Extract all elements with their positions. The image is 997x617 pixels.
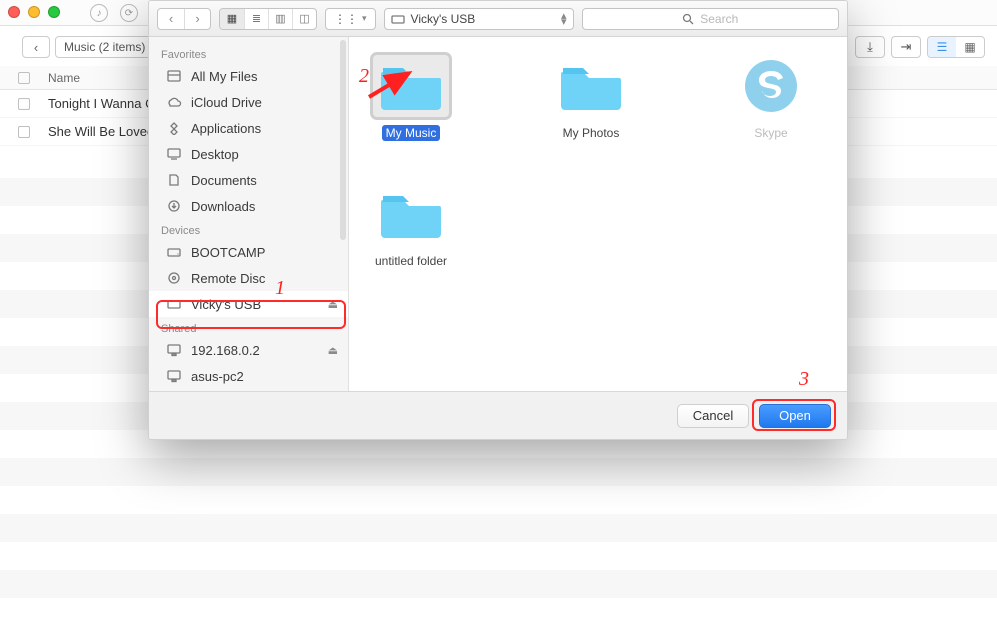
file-item-label: untitled folder xyxy=(371,253,451,269)
list-view-icon[interactable]: ☰ xyxy=(928,37,956,57)
bg-breadcrumb[interactable]: Music (2 items) xyxy=(55,36,154,58)
downloads-icon xyxy=(165,198,183,214)
column-view-button[interactable]: ▥ xyxy=(268,9,292,29)
search-placeholder: Search xyxy=(700,12,738,26)
location-label: Vicky's USB xyxy=(411,12,476,26)
sidebar-item-label: All My Files xyxy=(191,69,257,84)
sidebar-item-label: Vicky's USB xyxy=(191,297,261,312)
row-checkbox[interactable] xyxy=(18,126,30,138)
select-all-checkbox[interactable] xyxy=(18,72,30,84)
monitor-icon xyxy=(165,342,183,358)
refresh-icon: ⟳ xyxy=(120,4,138,22)
minimize-window-button[interactable] xyxy=(28,6,40,18)
sidebar-item-label: iCloud Drive xyxy=(191,95,262,110)
nav-back-forward[interactable]: ‹ › xyxy=(157,8,211,30)
grid-view-icon[interactable]: ▦ xyxy=(956,37,984,57)
coverflow-view-button[interactable]: ◫ xyxy=(292,9,316,29)
sidebar-item[interactable]: Remote Disc xyxy=(149,265,348,291)
arrange-dropdown[interactable]: ⋮⋮▾ xyxy=(325,8,376,30)
search-field[interactable]: Search xyxy=(582,8,839,30)
sidebar-item[interactable]: 192.168.0.2 ⏏ xyxy=(149,337,348,363)
icloud-icon xyxy=(165,94,183,110)
sidebar-item[interactable]: All My Files xyxy=(149,63,348,89)
desktop-icon xyxy=(165,146,183,162)
documents-icon xyxy=(165,172,183,188)
sidebar-item[interactable]: Vicky's USB ⏏ xyxy=(149,291,348,317)
view-mode-segment[interactable]: ▦ ≣ ▥ ◫ xyxy=(219,8,317,30)
sidebar-item-label: Applications xyxy=(191,121,261,136)
nav-back-button[interactable]: ‹ xyxy=(158,9,184,29)
folder-icon xyxy=(371,181,451,247)
column-name: Name xyxy=(48,71,80,85)
file-item-label: My Photos xyxy=(559,125,624,141)
disc-icon xyxy=(165,270,183,286)
file-item-label: My Music xyxy=(382,125,441,141)
file-item[interactable]: My Music xyxy=(361,53,461,141)
zoom-window-button[interactable] xyxy=(48,6,60,18)
bg-breadcrumb-text: Music (2 items) xyxy=(64,40,145,54)
file-item-label: Skype xyxy=(750,125,791,141)
eject-icon[interactable]: ⏏ xyxy=(328,298,338,311)
drive-icon xyxy=(391,13,405,25)
sidebar-item[interactable]: Downloads xyxy=(149,193,348,219)
dialog-toolbar: ‹ › ▦ ≣ ▥ ◫ ⋮⋮▾ Vicky's USB ▴▾ Search xyxy=(149,1,847,37)
arrange-icon: ⋮⋮ xyxy=(334,12,358,26)
sidebar-item-label: Desktop xyxy=(191,147,239,162)
eject-icon[interactable]: ⏏ xyxy=(328,344,338,357)
sidebar-item-label: asus-pc2 xyxy=(191,369,244,384)
sidebar-item[interactable]: Desktop xyxy=(149,141,348,167)
cancel-button[interactable]: Cancel xyxy=(677,404,749,428)
file-item[interactable]: My Photos xyxy=(541,53,641,141)
open-label: Open xyxy=(779,408,811,423)
sidebar-section-header: Favorites xyxy=(149,43,348,63)
dialog-footer: Cancel Open xyxy=(149,391,847,439)
sidebar-section-header: Devices xyxy=(149,219,348,239)
close-window-button[interactable] xyxy=(8,6,20,18)
sidebar-item[interactable]: iCloud Drive xyxy=(149,89,348,115)
list-view-button[interactable]: ≣ xyxy=(244,9,268,29)
sidebar-item[interactable]: asus-pc2 xyxy=(149,363,348,389)
dialog-content[interactable]: My Music My Photos Skype untitled folder… xyxy=(349,37,847,391)
row-title: She Will Be Loved xyxy=(48,124,154,139)
usb-icon xyxy=(165,296,183,312)
file-item[interactable]: untitled folder xyxy=(361,181,461,269)
bg-back-button[interactable]: ‹ xyxy=(22,36,50,58)
monitor-icon xyxy=(165,368,183,384)
apps-icon xyxy=(165,120,183,136)
sidebar-item-label: 192.168.0.2 xyxy=(191,343,260,358)
file-item[interactable]: Skype xyxy=(721,53,821,141)
bg-right-toolbar: ⤓ ⇥ ☰ ▦ xyxy=(855,36,985,58)
folder-icon xyxy=(551,53,631,119)
traffic-lights xyxy=(8,6,60,18)
sidebar-item-label: Remote Disc xyxy=(191,271,265,286)
nav-forward-button[interactable]: › xyxy=(184,9,210,29)
sidebar-item[interactable]: Documents xyxy=(149,167,348,193)
bg-import-button[interactable]: ⇥ xyxy=(891,36,921,58)
sidebar-item[interactable]: BOOTCAMP xyxy=(149,239,348,265)
bg-export-button[interactable]: ⤓ xyxy=(855,36,885,58)
bg-view-toggle[interactable]: ☰ ▦ xyxy=(927,36,985,58)
open-button[interactable]: Open xyxy=(759,404,831,428)
hdd-icon xyxy=(165,244,183,260)
folder-icon xyxy=(371,53,451,119)
sidebar-section-header: Shared xyxy=(149,317,348,337)
row-title: Tonight I Wanna C xyxy=(48,96,154,111)
icon-view-button[interactable]: ▦ xyxy=(220,9,244,29)
all-files-icon xyxy=(165,68,183,84)
open-file-dialog: ‹ › ▦ ≣ ▥ ◫ ⋮⋮▾ Vicky's USB ▴▾ Search Fa… xyxy=(148,0,848,440)
skype-icon xyxy=(731,53,811,119)
dialog-sidebar[interactable]: Favorites All My Files iCloud Drive Appl… xyxy=(149,37,349,391)
cancel-label: Cancel xyxy=(693,408,733,423)
search-icon xyxy=(682,13,694,25)
sidebar-item[interactable]: Applications xyxy=(149,115,348,141)
location-dropdown[interactable]: Vicky's USB ▴▾ xyxy=(384,8,574,30)
sidebar-item-label: Documents xyxy=(191,173,257,188)
sidebar-item-label: BOOTCAMP xyxy=(191,245,265,260)
sidebar-item-label: Downloads xyxy=(191,199,255,214)
music-note-icon: ♪ xyxy=(90,4,108,22)
row-checkbox[interactable] xyxy=(18,98,30,110)
